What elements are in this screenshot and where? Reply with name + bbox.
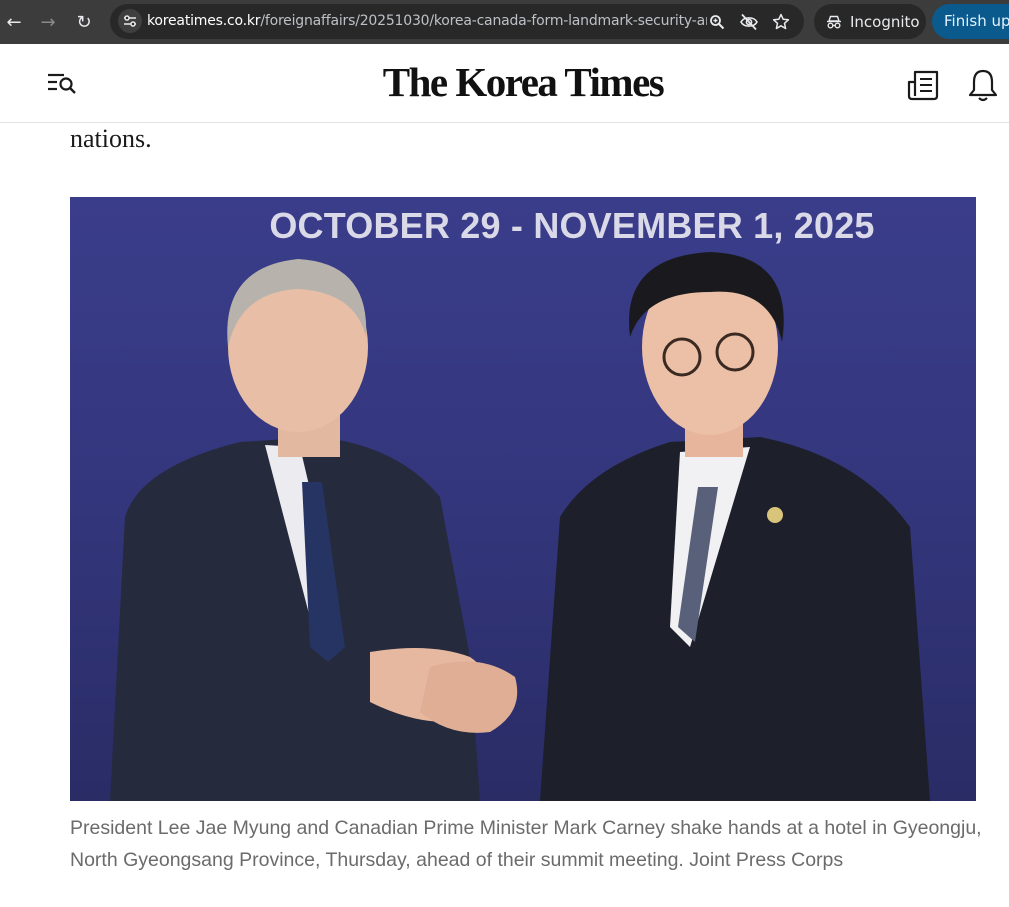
reload-icon: ↻ xyxy=(76,11,92,33)
star-icon xyxy=(772,13,790,30)
finish-update-button[interactable]: Finish update xyxy=(932,4,1009,39)
forward-button[interactable]: → xyxy=(34,8,62,36)
back-button[interactable]: ← xyxy=(0,8,28,36)
zoom-button[interactable] xyxy=(706,11,728,33)
site-settings-icon xyxy=(124,15,136,27)
bell-icon xyxy=(968,69,998,102)
eye-off-icon xyxy=(740,13,758,31)
bookmark-button[interactable] xyxy=(770,11,792,33)
article-photo[interactable]: OCTOBER 29 - NOVEMBER 1, 2025 xyxy=(70,197,976,801)
url-host: koreatimes.co.kr xyxy=(147,13,261,29)
site-header: The Korea Times xyxy=(0,44,1009,123)
incognito-label: Incognito xyxy=(850,12,920,31)
browser-toolbar: ← → ↻ koreatimes.co.kr/foreignaffairs/20… xyxy=(0,0,1009,44)
incognito-icon xyxy=(827,15,841,28)
tracking-protection-button[interactable] xyxy=(738,11,760,33)
forward-icon: → xyxy=(40,11,56,33)
incognito-indicator[interactable]: Incognito xyxy=(814,4,926,39)
zoom-icon xyxy=(710,15,725,30)
site-logo[interactable]: The Korea Times xyxy=(0,58,1009,106)
back-icon: ← xyxy=(6,11,22,33)
site-settings-button[interactable] xyxy=(118,9,142,33)
url-path: /foreignaffairs/20251030/korea-canada-fo… xyxy=(260,13,707,29)
newspaper-icon xyxy=(907,70,939,101)
address-bar[interactable]: koreatimes.co.kr/foreignaffairs/20251030… xyxy=(110,4,804,39)
newspaper-button[interactable] xyxy=(906,68,940,102)
handshake-illustration xyxy=(110,252,930,801)
article-text-fragment: nations. xyxy=(70,124,152,153)
notifications-button[interactable] xyxy=(966,68,1000,102)
reload-button[interactable]: ↻ xyxy=(70,8,98,36)
photo-caption: President Lee Jae Myung and Canadian Pri… xyxy=(70,817,982,871)
url-text[interactable]: koreatimes.co.kr/foreignaffairs/20251030… xyxy=(147,13,707,29)
